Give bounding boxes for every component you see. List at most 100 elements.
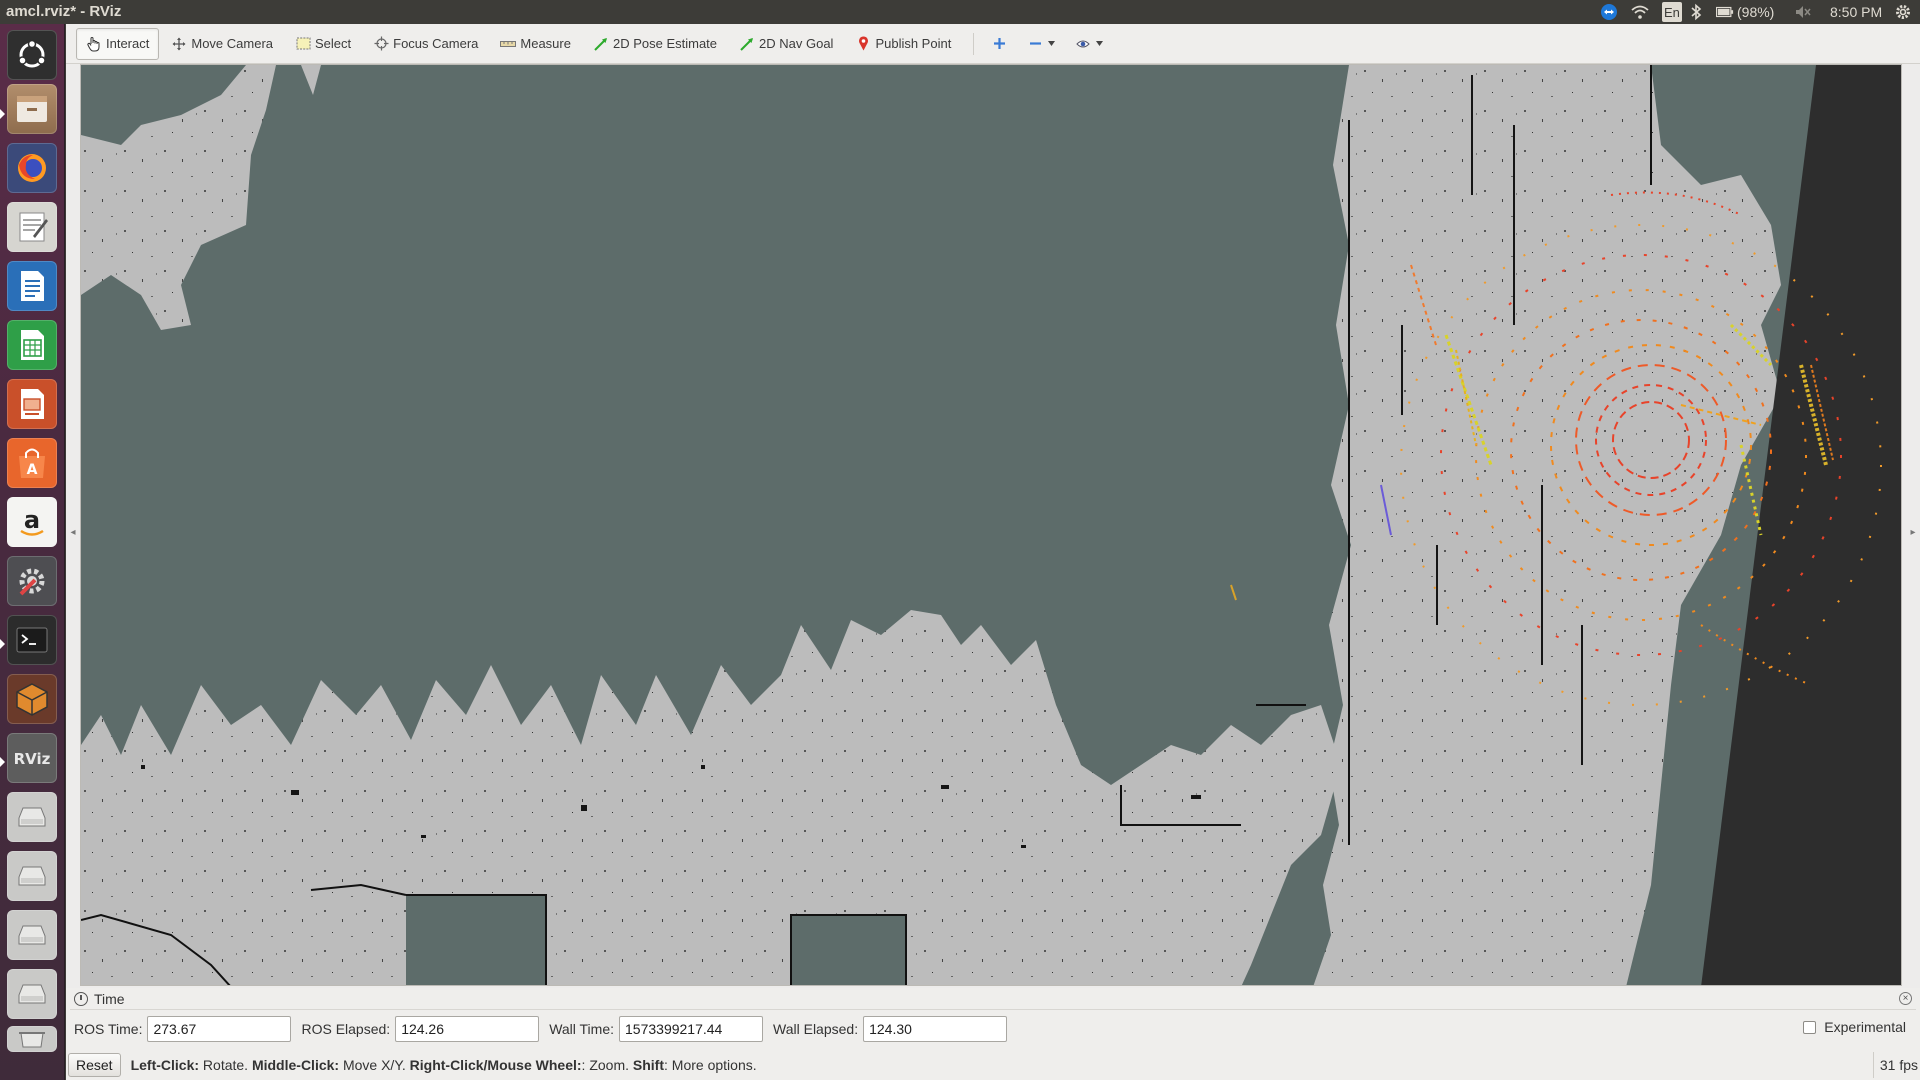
firefox-icon[interactable]	[7, 143, 57, 193]
clock-icon	[74, 991, 88, 1006]
trash-icon[interactable]	[7, 1026, 57, 1052]
render-viewport[interactable]	[80, 64, 1902, 986]
amazon-icon[interactable]: a	[7, 497, 57, 547]
time-panel-title: Time	[94, 990, 125, 1007]
rviz-window: Interact Move Camera Select Focus Camera…	[66, 24, 1920, 1080]
wifi-icon[interactable]	[1631, 3, 1649, 21]
session-gear-icon[interactable]	[1894, 3, 1912, 21]
left-click-key: Left-Click:	[130, 1057, 200, 1073]
svg-text:a: a	[24, 506, 40, 534]
hand-pointer-icon	[86, 36, 102, 52]
text-editor-icon[interactable]	[7, 202, 57, 252]
ruler-icon	[500, 36, 517, 52]
rviz-toolbar: Interact Move Camera Select Focus Camera…	[66, 24, 1920, 64]
wall-elapsed-label: Wall Elapsed:	[773, 1021, 859, 1037]
system-settings-icon[interactable]	[7, 556, 57, 606]
chevron-down-icon	[1095, 36, 1103, 52]
move-arrows-icon	[171, 36, 187, 52]
right-click-action: : Zoom.	[581, 1057, 633, 1073]
libreoffice-impress-icon[interactable]	[7, 379, 57, 429]
rviz-icon[interactable]: RViz	[7, 733, 57, 783]
bluetooth-icon[interactable]	[1690, 3, 1702, 21]
green-arrow-icon	[593, 36, 609, 52]
svg-text:A: A	[27, 462, 38, 478]
drive-icon-3[interactable]	[7, 910, 57, 960]
time-panel-header: Time ×	[70, 988, 1916, 1010]
tool-properties-button[interactable]	[1068, 28, 1114, 60]
map-free-hallway-bottom	[81, 610, 1341, 985]
libreoffice-writer-icon[interactable]	[7, 261, 57, 311]
pose-estimate-tool-button[interactable]: 2D Pose Estimate	[583, 28, 727, 60]
pose-estimate-label: 2D Pose Estimate	[612, 36, 718, 51]
battery-indicator[interactable]: (98%)	[1716, 3, 1774, 21]
crosshair-icon	[373, 36, 389, 52]
reset-button[interactable]: Reset	[68, 1053, 121, 1077]
nav-goal-tool-button[interactable]: 2D Nav Goal	[729, 28, 843, 60]
close-icon[interactable]: ×	[1899, 992, 1912, 1005]
select-tool-button[interactable]: Select	[285, 28, 361, 60]
move-camera-label: Move Camera	[191, 36, 273, 51]
occupancy-map	[81, 65, 1901, 985]
middle-click-action: Move X/Y.	[339, 1057, 410, 1073]
terminal-icon[interactable]	[7, 615, 57, 665]
wall-time-field[interactable]	[619, 1016, 764, 1042]
keyboard-layout-indicator[interactable]: En	[1662, 2, 1682, 22]
time-panel: Time × ROS Time: ROS Elapsed: Wall Time:…	[66, 988, 1920, 1080]
running-indicator	[0, 757, 5, 767]
interact-tool-button[interactable]: Interact	[76, 27, 160, 60]
left-click-action: Rotate.	[199, 1057, 252, 1073]
drive-icon-2[interactable]	[7, 851, 57, 901]
add-tool-button[interactable]	[984, 28, 1018, 60]
experimental-checkbox[interactable]: Experimental	[1803, 1019, 1906, 1035]
battery-text: (98%)	[1737, 4, 1775, 20]
status-bar: Reset Left-Click: Rotate. Middle-Click: …	[66, 1050, 1920, 1080]
top-panel: amcl.rviz* - RViz En (98%) 8:50 PM	[0, 0, 1920, 24]
move-camera-tool-button[interactable]: Move Camera	[161, 28, 283, 60]
libreoffice-calc-icon[interactable]	[7, 320, 57, 370]
wall-time-label: Wall Time:	[549, 1021, 615, 1037]
plus-icon	[991, 36, 1007, 52]
svg-text:RViz: RViz	[14, 750, 51, 768]
shift-key: Shift	[632, 1057, 665, 1073]
ros-elapsed-field[interactable]	[395, 1016, 540, 1042]
map-free-corridor-right	[1313, 65, 1781, 985]
running-indicator	[0, 639, 5, 649]
measure-tool-button[interactable]: Measure	[490, 28, 581, 60]
software-center-icon[interactable]: A	[7, 438, 57, 488]
collapse-right-arrow[interactable]: ▸	[1909, 524, 1917, 540]
battery-icon	[1716, 3, 1734, 21]
collapse-left-arrow[interactable]: ◂	[69, 524, 77, 540]
ros-time-field[interactable]	[147, 1016, 292, 1042]
remove-tool-button[interactable]	[1020, 28, 1066, 60]
focus-camera-tool-button[interactable]: Focus Camera	[363, 28, 488, 60]
drive-icon-4[interactable]	[7, 969, 57, 1019]
map-free-topleft	[81, 65, 276, 330]
fps-readout: 31 fps	[1872, 1052, 1920, 1078]
toolbar-separator	[973, 32, 975, 55]
volume-muted-icon[interactable]	[1794, 3, 1812, 21]
select-label: Select	[315, 36, 352, 51]
wall-elapsed-field[interactable]	[863, 1016, 1008, 1042]
map-unknown-room	[406, 895, 546, 985]
shift-action: : More options.	[664, 1057, 757, 1073]
drive-icon-1[interactable]	[7, 792, 57, 842]
interact-label: Interact	[106, 36, 150, 51]
file-manager-icon[interactable]	[7, 84, 57, 134]
experimental-label: Experimental	[1824, 1019, 1906, 1035]
measure-label: Measure	[520, 36, 571, 51]
focus-camera-label: Focus Camera	[393, 36, 479, 51]
ubuntu-dash-icon[interactable]	[7, 30, 57, 80]
select-rectangle-icon	[295, 36, 311, 52]
running-indicator	[0, 109, 5, 119]
checkbox-box[interactable]	[1803, 1020, 1817, 1034]
publish-point-tool-button[interactable]: Publish Point	[845, 28, 961, 60]
right-click-key: Right-Click/Mouse Wheel:	[409, 1057, 582, 1073]
virtualbox-icon[interactable]	[7, 674, 57, 724]
middle-click-key: Middle-Click:	[251, 1057, 340, 1073]
window-title: amcl.rviz* - RViz	[6, 3, 122, 20]
nav-goal-label: 2D Nav Goal	[759, 36, 834, 51]
teamviewer-icon[interactable]	[1600, 3, 1618, 21]
map-pin-icon	[855, 36, 871, 52]
clock[interactable]: 8:50 PM	[1830, 3, 1882, 21]
green-arrow-icon	[739, 36, 755, 52]
